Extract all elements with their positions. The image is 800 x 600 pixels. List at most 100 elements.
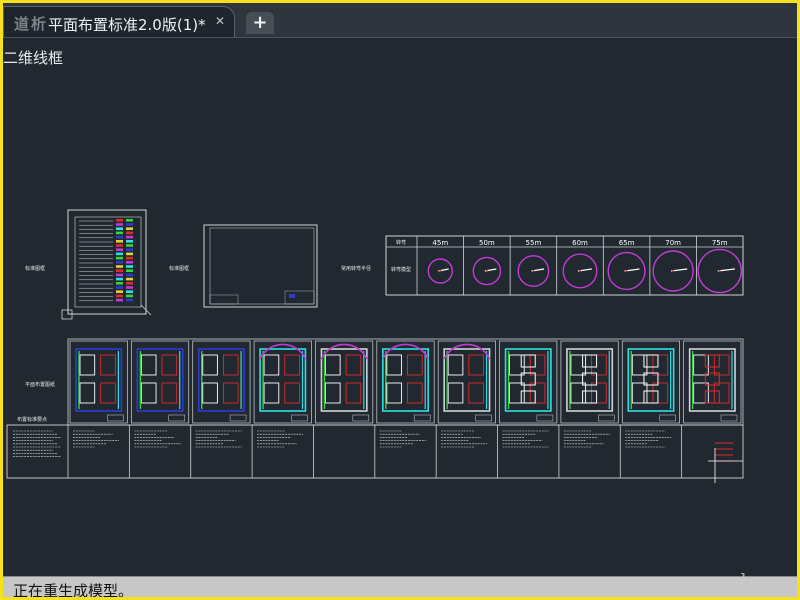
room-outline [202, 382, 218, 404]
room-outline [713, 354, 730, 376]
legend-swatch [126, 282, 133, 285]
plan-sheet [683, 340, 742, 424]
room-outline [529, 382, 546, 404]
legend-swatch [126, 252, 133, 256]
legend-swatch [126, 277, 133, 281]
plan-sheet [192, 340, 251, 424]
room-outline [284, 354, 300, 376]
room-outline [222, 354, 239, 376]
legend-swatch [116, 273, 123, 277]
core-block [520, 354, 536, 368]
radius-center [485, 270, 488, 272]
legend-swatch [116, 269, 123, 272]
table-row-label: 转弯模型 [391, 266, 411, 273]
core-block [643, 354, 659, 368]
title-block [107, 414, 124, 422]
room-outline [161, 354, 178, 376]
room-outline [570, 382, 587, 404]
room-outline [693, 382, 709, 404]
legend-swatch [116, 235, 123, 239]
room-outline [161, 382, 178, 404]
radius-center [532, 270, 535, 272]
radius-column-header: 65m [619, 239, 635, 247]
plan-sheet [437, 340, 496, 424]
room-outline [79, 382, 96, 404]
title-block [352, 414, 370, 422]
plan-sheet [69, 340, 128, 424]
building-outline [197, 348, 245, 412]
building-outline [443, 348, 491, 412]
legend-swatch [126, 269, 133, 272]
radius-center [672, 270, 675, 272]
cad-window: 道析 平面布置标准2.0版(1)* ✕ + 二维线框 标准图框 标准图框 常用转… [3, 3, 797, 597]
room-outline [713, 382, 730, 404]
room-outline [468, 382, 484, 404]
core-block [704, 354, 720, 368]
turn-arc [259, 343, 307, 360]
plan-sheet [131, 340, 190, 424]
room-outline [631, 382, 648, 404]
blank-frame-sheet [203, 224, 318, 308]
legend-swatch [126, 244, 133, 247]
legend-swatch [126, 261, 133, 264]
legend-swatch [126, 256, 133, 260]
title-block [291, 414, 308, 422]
room-outline [693, 354, 709, 376]
legend-swatch [116, 282, 123, 285]
plan-sheet [253, 340, 312, 424]
title-block [536, 414, 554, 422]
room-outline [325, 382, 341, 404]
building-outline [688, 348, 736, 412]
building-outline [627, 348, 675, 412]
room-outline [345, 354, 362, 376]
building-outline [136, 348, 184, 412]
room-outline [386, 354, 402, 376]
room-outline [386, 382, 402, 404]
building-outline [320, 348, 368, 412]
legend-swatch [126, 286, 133, 289]
radius-center [625, 270, 628, 272]
legend-swatch [116, 223, 123, 226]
room-outline [263, 354, 280, 376]
label-blank-frame: 标准图框 [169, 265, 189, 272]
room-outline [631, 354, 648, 376]
legend-swatch [116, 261, 123, 264]
room-outline [509, 354, 525, 376]
building-outline [504, 348, 552, 412]
plan-sheet [315, 340, 374, 424]
turn-arc [443, 343, 491, 360]
title-block [598, 414, 615, 422]
room-outline [222, 382, 239, 404]
legend-swatch [116, 248, 123, 251]
building-outline [75, 348, 123, 412]
room-outline [202, 354, 218, 376]
legend-swatch [116, 286, 123, 289]
turn-arc [320, 343, 368, 360]
room-outline [79, 354, 96, 376]
room-outline [325, 354, 341, 376]
building-outline [382, 348, 429, 412]
legend-swatch [116, 294, 123, 298]
legend-swatch [126, 231, 133, 235]
radius-column-header: 75m [712, 239, 728, 247]
legend-swatch [126, 265, 133, 268]
table-header-cell: 转弯 [396, 239, 406, 246]
room-outline [529, 354, 546, 376]
turn-arc [382, 343, 429, 360]
room-outline [652, 354, 669, 376]
legend-swatch [116, 265, 123, 268]
room-outline [447, 354, 464, 376]
legend-swatch [116, 227, 123, 230]
legend-swatch [116, 244, 123, 247]
legend-swatch [116, 290, 123, 293]
radius-column-header: 70m [665, 239, 681, 247]
room-outline [407, 382, 423, 404]
room-outline [652, 382, 669, 404]
core-block [520, 390, 536, 404]
legend-swatch [126, 298, 133, 302]
label-layout-notes: 布置标准要点 [17, 416, 47, 423]
plan-sheet [560, 340, 619, 424]
plan-sheet [621, 340, 680, 424]
drawing-canvas[interactable]: 标准图框 标准图框 常用转弯半径 平面布置图纸 布置标准要点 转弯 转弯模型 4… [3, 3, 797, 576]
room-outline [140, 354, 157, 376]
